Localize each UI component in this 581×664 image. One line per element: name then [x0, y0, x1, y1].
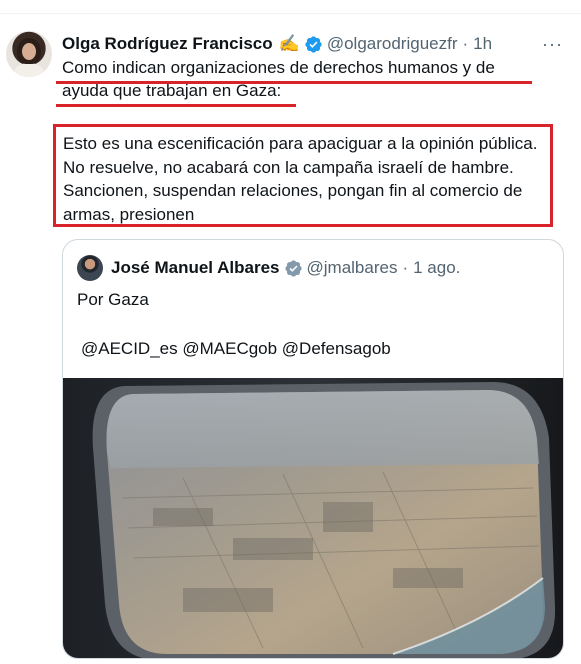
- quoted-author-handle[interactable]: @jmalbares: [307, 258, 398, 278]
- top-divider: [0, 0, 581, 14]
- red-underline-2: [56, 104, 296, 107]
- highlight-box: Esto es una escenificación para apacigua…: [53, 124, 553, 227]
- verified-badge-icon[interactable]: [304, 35, 323, 54]
- tweet-text-line1: Como indican organizaciones de derechos …: [62, 58, 495, 77]
- quoted-text-line1: Por Gaza: [77, 290, 149, 309]
- author-emoji: ✍️: [278, 34, 300, 53]
- highlighted-text: Esto es una escenificación para apacigua…: [63, 134, 538, 224]
- quoted-separator-dot: ·: [402, 258, 409, 277]
- quoted-avatar[interactable]: [77, 255, 103, 281]
- tweet-header: Olga Rodríguez Francisco ✍️ @olgarodrigu…: [62, 33, 492, 55]
- government-badge-icon[interactable]: [284, 259, 303, 278]
- quoted-author-name[interactable]: José Manuel Albares: [111, 258, 280, 278]
- author-handle[interactable]: @olgarodriguezfr: [327, 34, 458, 54]
- tweet-text-line2: ayuda que trabajan en Gaza:: [62, 81, 282, 100]
- separator-dot: ·: [462, 34, 469, 53]
- airplane-window-photo[interactable]: [63, 378, 564, 659]
- quoted-header: José Manuel Albares @jmalbares · 1 ago.: [111, 257, 460, 279]
- quoted-tweet[interactable]: José Manuel Albares @jmalbares · 1 ago. …: [62, 239, 564, 659]
- author-name[interactable]: Olga Rodríguez Francisco: [62, 34, 273, 54]
- more-icon[interactable]: ···: [542, 34, 563, 55]
- quoted-time[interactable]: 1 ago.: [413, 258, 460, 278]
- tweet-time[interactable]: 1h: [473, 34, 492, 54]
- quoted-text-line2: @AECID_es @MAECgob @Defensagob: [81, 339, 391, 358]
- avatar[interactable]: [6, 31, 52, 77]
